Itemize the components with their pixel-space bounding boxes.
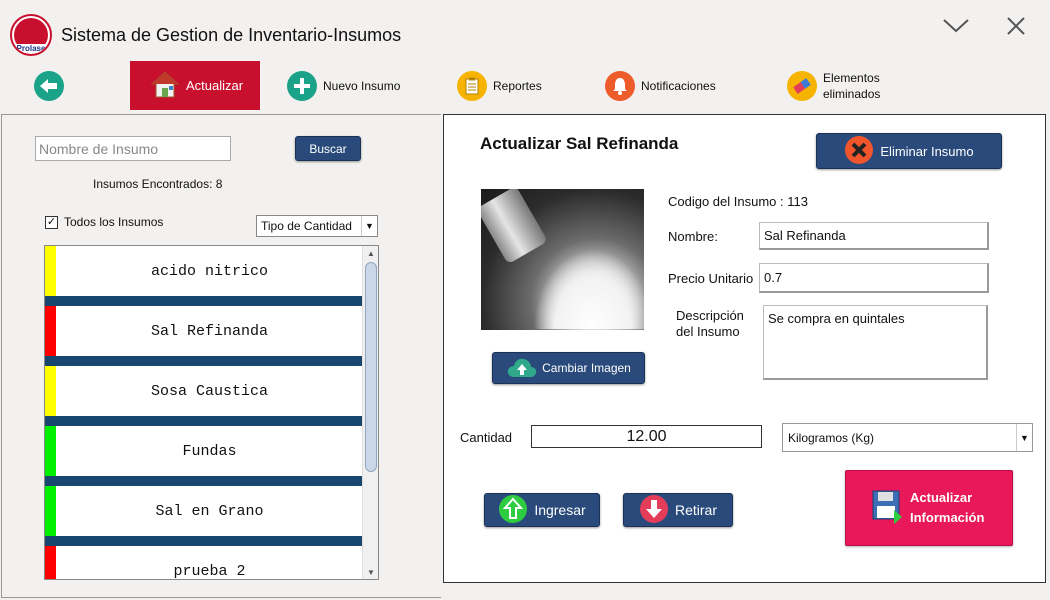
list-scrollbar[interactable]: ▲ ▼ [362,246,378,579]
tab-notificaciones-label: Notificaciones [641,78,716,93]
tab-elementos-eliminados[interactable]: Elementos eliminados [787,61,880,110]
list-item-label: prueba 2 [173,562,246,580]
delete-item-label: Eliminar Insumo [880,143,974,159]
unit-select[interactable]: Kilogramos (Kg) ▼ [782,423,1033,452]
status-color-bar [45,546,56,579]
update-info-button[interactable]: Actualizar Información [845,470,1013,546]
ingresar-label: Ingresar [534,502,586,518]
tab-nuevo-label: Nuevo Insumo [323,78,401,93]
arrow-down-icon [639,494,669,527]
quantity-label: Cantidad [460,430,513,445]
arrow-up-icon [498,494,528,527]
change-image-button[interactable]: Cambiar Imagen [492,352,645,384]
list-item[interactable]: prueba 2 [45,546,363,580]
tab-actualizar-label: Actualizar [186,78,244,93]
all-items-label: Todos los Insumos [64,215,164,229]
items-list[interactable]: acido nitrico Sal Refinanda Sosa Caustica F… [44,245,379,580]
minimize-chevron-icon[interactable] [940,12,972,40]
retirar-label: Retirar [674,502,717,518]
list-item-label: acido nitrico [150,262,269,280]
quantity-type-select[interactable]: Tipo de Cantidad ▼ [256,215,378,237]
tab-actualizar[interactable]: Actualizar [130,61,260,110]
description-field[interactable]: Se compra en quintales [763,305,988,380]
chevron-down-icon: ▼ [1016,424,1032,451]
all-items-checkbox-row[interactable]: ✓ Todos los Insumos [45,215,163,229]
tab-eliminados-label-2: eliminados [823,86,881,101]
item-code: Codigo del Insumo : 113 [668,194,808,209]
description-label-2: del Insumo [676,324,740,339]
status-color-bar [45,486,56,536]
save-disk-icon [872,490,904,527]
home-icon [150,69,180,102]
search-button[interactable]: Buscar [295,136,361,161]
back-button[interactable] [34,61,64,110]
cloud-upload-icon [506,355,538,382]
unit-select-value: Kilogramos (Kg) [788,430,875,445]
price-field[interactable]: 0.7 [759,263,989,293]
status-color-bar [45,306,56,356]
name-label: Nombre: [668,229,718,244]
item-photo [481,189,644,330]
eraser-icon [787,70,817,101]
status-color-bar [45,366,56,416]
retirar-button[interactable]: Retirar [623,493,733,527]
status-color-bar [45,426,56,476]
description-label: Descripción del Insumo [676,308,744,340]
ingresar-button[interactable]: Ingresar [484,493,600,527]
tab-nuevo-insumo[interactable]: Nuevo Insumo [287,61,400,110]
list-item[interactable]: Fundas [45,426,363,486]
list-item-label: Fundas [182,442,237,460]
tab-reportes[interactable]: Reportes [457,61,542,110]
quantity-field[interactable]: 12.00 [531,425,762,448]
scroll-down-icon[interactable]: ▼ [363,565,378,579]
delete-x-icon [844,135,874,168]
update-info-label-1: Actualizar [910,490,973,505]
bell-icon [605,70,635,101]
list-item-label: Sal en Grano [155,502,264,520]
arrow-left-icon [34,70,64,101]
description-label-1: Descripción [676,308,744,323]
quantity-type-value: Tipo de Cantidad [261,219,352,233]
scroll-up-icon[interactable]: ▲ [363,246,378,260]
detail-title: Actualizar Sal Refinanda [480,134,679,153]
tab-notificaciones[interactable]: Notificaciones [605,61,716,110]
delete-item-button[interactable]: Eliminar Insumo [816,133,1002,169]
plus-icon [287,70,317,101]
results-count: Insumos Encontrados: 8 [93,177,223,191]
list-item-label: Sosa Caustica [150,382,269,400]
status-color-bar [45,246,56,296]
all-items-checkbox[interactable]: ✓ [45,215,58,229]
name-field[interactable]: Sal Refinanda [759,222,989,250]
update-info-label-2: Información [910,510,985,525]
search-input[interactable] [35,136,231,161]
list-item[interactable]: Sal Refinanda [45,306,363,366]
list-item[interactable]: Sosa Caustica [45,366,363,426]
list-item-label: Sal Refinanda [150,322,269,340]
logo-text: Prolase [12,44,50,53]
tab-eliminados-label-1: Elementos [823,70,880,85]
chevron-down-icon: ▼ [361,216,377,236]
clipboard-icon [457,70,487,101]
change-image-label: Cambiar Imagen [542,361,631,375]
tab-reportes-label: Reportes [493,78,542,93]
app-title: Sistema de Gestion de Inventario-Insumos [61,25,402,45]
list-item[interactable]: Sal en Grano [45,486,363,546]
close-icon[interactable] [1000,12,1032,40]
app-logo: Prolase [10,14,52,56]
price-label: Precio Unitario [668,271,754,286]
list-item[interactable]: acido nitrico [45,246,363,306]
scroll-thumb[interactable] [365,262,377,472]
